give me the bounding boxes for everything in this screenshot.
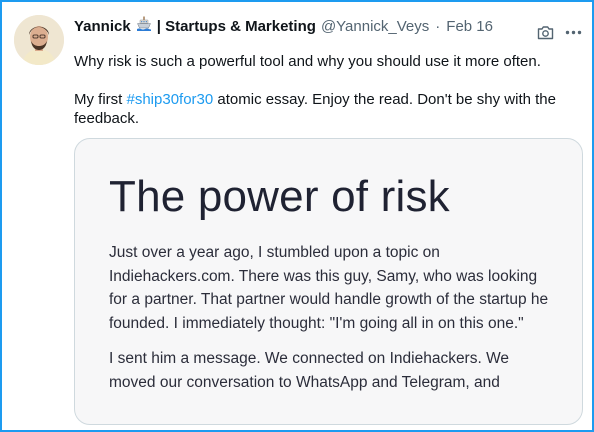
hashtag-link[interactable]: #ship30for30 [127,91,214,108]
essay-paragraph: I sent him a message. We connected on In… [109,349,510,391]
tweet-date[interactable]: Feb 16 [446,18,493,36]
tweet-text: Why risk is such a powerful tool and why… [74,52,579,128]
tweet-header: Yannick | Startups & Marketing @Yannick_… [74,16,493,37]
user-handle[interactable]: @Yannick_Veys [321,18,429,36]
separator-dot: · [435,17,441,35]
tweet-text-paragraph: My first #ship30for30 atomic essay. Enjo… [74,90,579,128]
tweet-container: Yannick | Startups & Marketing @Yannick_… [0,0,594,432]
camera-icon[interactable] [537,25,554,45]
tweet-text-line: Why risk is such a powerful tool and why… [74,53,541,70]
avatar-portrait-icon [14,15,64,65]
essay-title: The power of risk [109,172,450,221]
more-icon[interactable] [565,24,582,46]
tweet-text-segment: My first [74,91,127,108]
essay-body: Just over a year ago, I stumbled upon a … [109,241,559,405]
essay-paragraph: Just over a year ago, I stumbled upon a … [109,244,549,333]
attached-image[interactable]: The power of risk Just over a year ago, … [74,138,583,425]
display-name[interactable]: Yannick [74,18,131,36]
ship-icon [136,16,152,37]
avatar[interactable] [14,15,64,65]
display-name-suffix[interactable]: | Startups & Marketing [157,18,316,36]
